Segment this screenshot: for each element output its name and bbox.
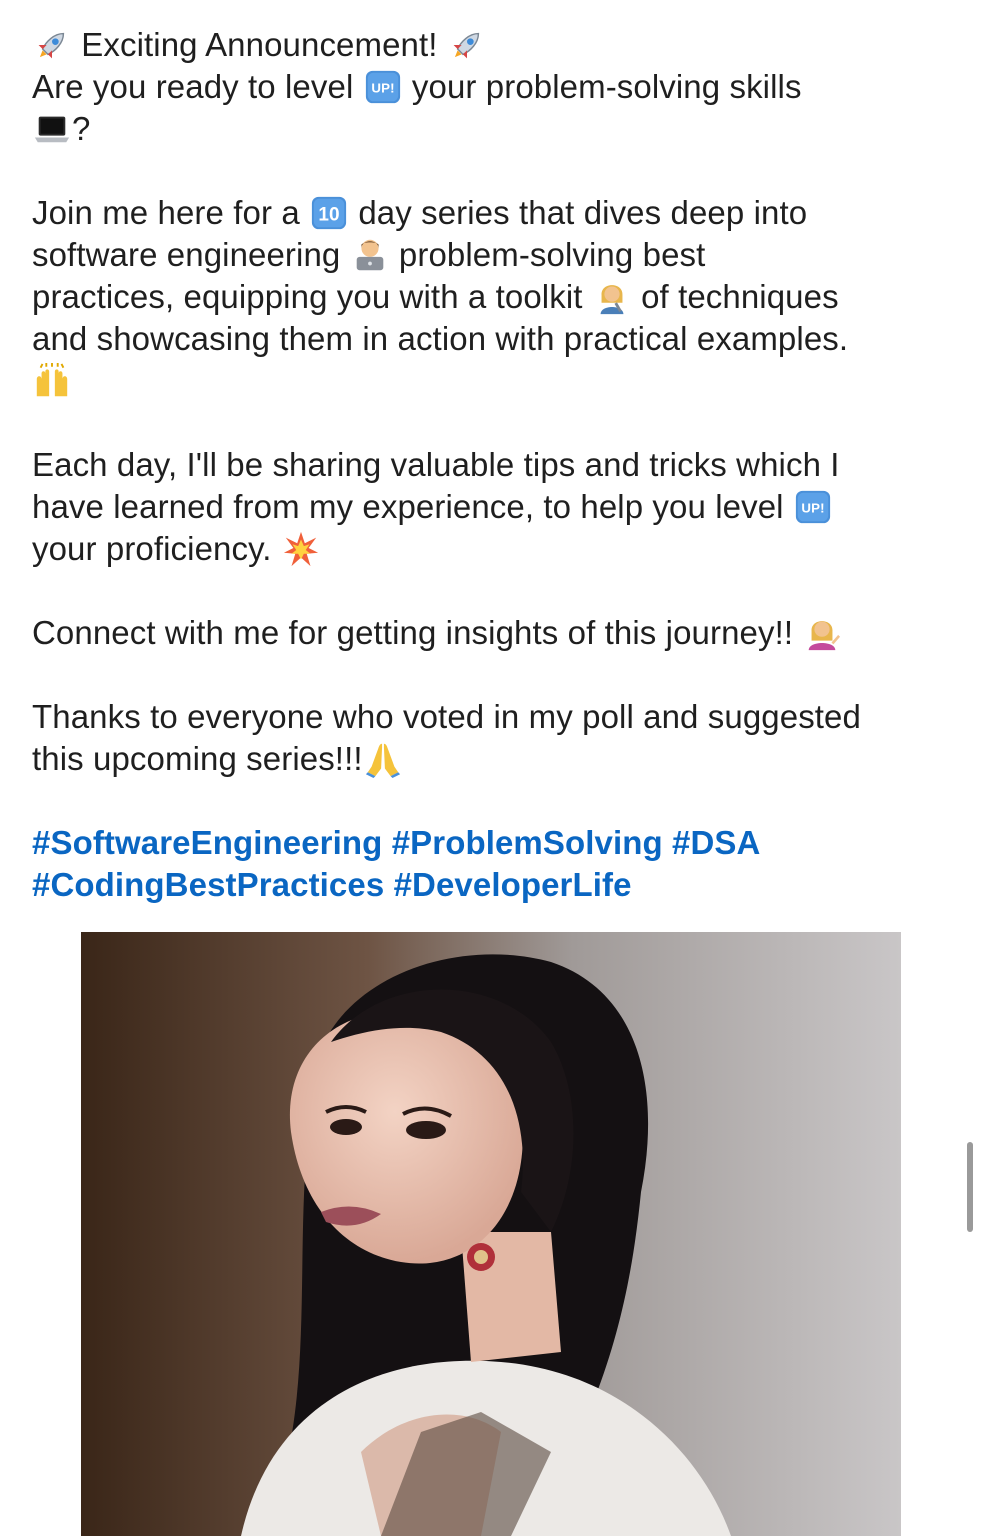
tips-line-1: Each day, I'll be sharing valuable tips … [32, 446, 840, 483]
connect-line: Connect with me for getting insights of … [32, 612, 952, 654]
series-line-3: practices, equipping you with a toolkit … [32, 278, 839, 316]
hashtags-line-2: #CodingBestPractices #DeveloperLife [32, 864, 952, 906]
series-line-1: Join me here for a 10 day series that di… [32, 194, 808, 232]
mechanic-woman-icon [592, 278, 632, 316]
thanks-line-1: Thanks to everyone who voted in my poll … [32, 698, 861, 735]
scrollbar[interactable] [967, 1142, 973, 1232]
tipping-hand-woman-icon [802, 614, 842, 652]
svg-text:10: 10 [318, 205, 339, 226]
hashtag-link[interactable]: #DSA [672, 824, 760, 861]
intro-line-2: ? [32, 108, 952, 150]
keycap-ten-icon: 10 [309, 194, 349, 232]
collision-icon [281, 530, 321, 568]
svg-text:UP!: UP! [801, 501, 824, 516]
headline-text: Exciting Announcement! [72, 26, 447, 63]
intro-line: Are you ready to level UP! your problem-… [32, 68, 802, 106]
profile-photo[interactable] [81, 932, 901, 1536]
tips-line-3: your proficiency. [32, 528, 952, 570]
svg-text:UP!: UP! [371, 81, 394, 96]
rocket-icon [32, 26, 72, 64]
series-line-4: and showcasing them in action with pract… [32, 320, 849, 357]
hashtag-link[interactable]: #SoftwareEngineering [32, 824, 382, 861]
thanks-line-2: this upcoming series!!! [32, 738, 952, 780]
technologist-icon [350, 236, 390, 274]
hashtag-link[interactable]: #CodingBestPractices [32, 866, 384, 903]
series-line-2: software engineering problem-solving bes… [32, 236, 706, 274]
series-line-5 [32, 360, 952, 402]
raising-hands-icon [32, 362, 72, 400]
tips-line-2: have learned from my experience, to help… [32, 486, 952, 528]
folded-hands-icon [363, 740, 403, 778]
laptop-icon [32, 110, 72, 148]
hashtags-line-1: #SoftwareEngineering #ProblemSolving #DS… [32, 822, 952, 864]
up-button-icon: UP! [363, 68, 403, 106]
post-text: Exciting Announcement! Are you ready to … [32, 24, 952, 906]
hashtag-link[interactable]: #ProblemSolving [392, 824, 663, 861]
rocket-icon [447, 26, 487, 64]
headline: Exciting Announcement! [32, 24, 952, 66]
up-button-icon: UP! [793, 488, 833, 526]
hashtag-link[interactable]: #DeveloperLife [394, 866, 632, 903]
